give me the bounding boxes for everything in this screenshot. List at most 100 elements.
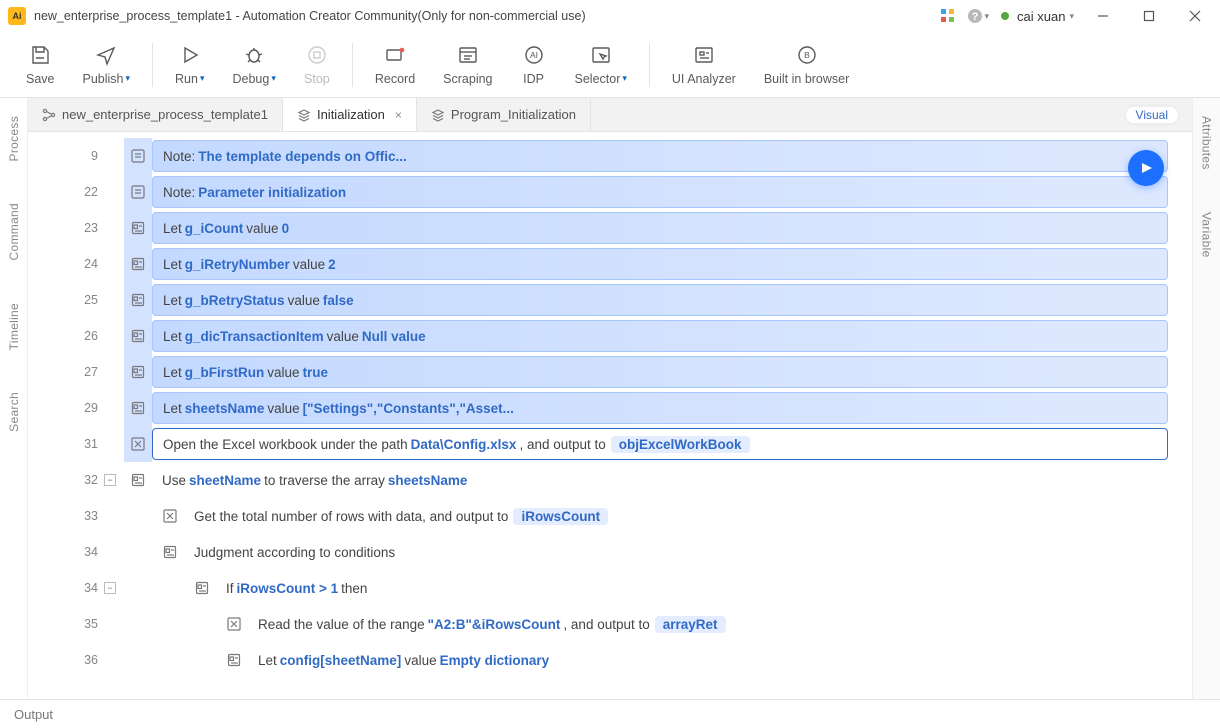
- built-in-browser-button[interactable]: B Built in browser: [750, 40, 863, 90]
- flow-row[interactable]: 36 Let config[sheetName] value Empty dict…: [28, 642, 1168, 678]
- tab-program-initialization[interactable]: Program_Initialization: [417, 98, 591, 131]
- app-icon: Ai: [8, 7, 26, 25]
- user-menu[interactable]: cai xuan ▾: [1001, 9, 1074, 24]
- rail-timeline[interactable]: Timeline: [7, 297, 21, 356]
- flow-content[interactable]: Read the value of the range "A2:B"&iRows…: [248, 610, 1168, 638]
- excel-icon: [220, 606, 248, 642]
- loop-icon: [124, 462, 152, 498]
- flow-content[interactable]: Let g_bRetryStatus value false: [152, 284, 1168, 316]
- idp-button[interactable]: AI IDP: [507, 40, 561, 90]
- branch-icon: [188, 570, 216, 606]
- output-label: Output: [14, 707, 53, 722]
- tab-initialization[interactable]: Initialization ×: [283, 98, 417, 131]
- layers-icon: [431, 108, 445, 122]
- stop-button: Stop: [290, 40, 344, 90]
- debug-button[interactable]: Debug▾: [219, 40, 290, 90]
- line-number: 32−: [28, 473, 110, 487]
- minimize-button[interactable]: [1086, 3, 1120, 29]
- svg-text:?: ?: [971, 11, 978, 23]
- flow-row[interactable]: 34 Judgment according to conditions: [28, 534, 1168, 570]
- line-number: 27: [28, 365, 110, 379]
- tree-icon: [42, 108, 56, 122]
- flow-row[interactable]: 34− If iRowsCount > 1 then: [28, 570, 1168, 606]
- flow-content[interactable]: Let config[sheetName] value Empty dictio…: [248, 646, 1168, 674]
- output-variable-chip[interactable]: objExcelWorkBook: [611, 436, 750, 453]
- flow-row[interactable]: 29 Let sheetsName value ["Settings","Cons…: [28, 390, 1168, 426]
- note-icon: [124, 174, 152, 210]
- flow-content[interactable]: Let g_bFirstRun value true: [152, 356, 1168, 388]
- line-number: 22: [28, 185, 110, 199]
- rail-process[interactable]: Process: [7, 110, 21, 167]
- tab-initialization-label: Initialization: [317, 107, 385, 122]
- rail-search[interactable]: Search: [7, 386, 21, 438]
- line-number: 36: [28, 653, 110, 667]
- visual-toggle[interactable]: Visual: [1124, 104, 1180, 126]
- line-number: 35: [28, 617, 110, 631]
- flow-row[interactable]: 27 Let g_bFirstRun value true: [28, 354, 1168, 390]
- flow-row[interactable]: 9Note: The template depends on Offic...: [28, 138, 1168, 174]
- flow-row[interactable]: 22 Note: Parameter initialization: [28, 174, 1168, 210]
- tab-close-icon[interactable]: ×: [395, 108, 402, 122]
- svg-text:B: B: [804, 50, 810, 60]
- collapse-toggle[interactable]: −: [104, 582, 116, 594]
- flow-content[interactable]: If iRowsCount > 1 then: [216, 574, 1168, 602]
- run-button[interactable]: Run▾: [161, 40, 218, 90]
- close-window-button[interactable]: [1178, 3, 1212, 29]
- let-icon: [124, 318, 152, 354]
- left-siderail: Process Command Timeline Search: [0, 98, 28, 699]
- excel-icon: [156, 498, 184, 534]
- flow-row[interactable]: 25 Let g_bRetryStatus value false: [28, 282, 1168, 318]
- status-dot-icon: [1001, 12, 1009, 20]
- flow-content[interactable]: Let g_iRetryNumber value 2: [152, 248, 1168, 280]
- flow-row[interactable]: 26 Let g_dicTransactionItem value Null va…: [28, 318, 1168, 354]
- line-number: 25: [28, 293, 110, 307]
- flow-content[interactable]: Open the Excel workbook under the path D…: [152, 428, 1168, 460]
- let-icon: [124, 246, 152, 282]
- line-number: 24: [28, 257, 110, 271]
- tab-program-initialization-label: Program_Initialization: [451, 107, 576, 122]
- publish-button[interactable]: Publish▾: [69, 40, 145, 90]
- flow-row[interactable]: 33Get the total number of rows with data…: [28, 498, 1168, 534]
- scraping-button[interactable]: Scraping: [429, 40, 506, 90]
- output-variable-chip[interactable]: arrayRet: [655, 616, 726, 633]
- flow-content[interactable]: Let sheetsName value ["Settings","Consta…: [152, 392, 1168, 424]
- tab-project-label: new_enterprise_process_template1: [62, 107, 268, 122]
- rail-attributes[interactable]: Attributes: [1200, 110, 1214, 176]
- record-button[interactable]: Record: [361, 40, 429, 90]
- flow-row[interactable]: 24 Let g_iRetryNumber value 2: [28, 246, 1168, 282]
- excel-icon: [124, 426, 152, 462]
- apps-grid-icon[interactable]: [941, 9, 955, 23]
- flow-list[interactable]: 9Note: The template depends on Offic...2…: [28, 132, 1192, 699]
- collapse-toggle[interactable]: −: [104, 474, 116, 486]
- flow-content[interactable]: Judgment according to conditions: [184, 538, 1168, 566]
- flow-content[interactable]: Get the total number of rows with data, …: [184, 502, 1168, 530]
- rail-command[interactable]: Command: [7, 197, 21, 266]
- flow-content[interactable]: Note: The template depends on Offic...: [152, 140, 1168, 172]
- let-icon: [124, 282, 152, 318]
- flow-row[interactable]: 35 Read the value of the range "A2:B"&iRo…: [28, 606, 1168, 642]
- maximize-button[interactable]: [1132, 3, 1166, 29]
- tab-project[interactable]: new_enterprise_process_template1: [28, 98, 283, 131]
- ui-analyzer-button[interactable]: UI Analyzer: [658, 40, 750, 90]
- flow-content[interactable]: Use sheetName to traverse the array shee…: [152, 466, 1168, 494]
- play-fab[interactable]: [1128, 150, 1164, 186]
- output-variable-chip[interactable]: iRowsCount: [513, 508, 608, 525]
- flow-row[interactable]: 32− Use sheetName to traverse the array s…: [28, 462, 1168, 498]
- save-button[interactable]: Save: [12, 40, 69, 90]
- editor-tabs: new_enterprise_process_template1 Initial…: [28, 98, 1192, 132]
- flow-row[interactable]: 31Open the Excel workbook under the path…: [28, 426, 1168, 462]
- line-number: 34−: [28, 581, 110, 595]
- svg-text:AI: AI: [530, 50, 538, 60]
- let-icon: [220, 642, 248, 678]
- rail-variable[interactable]: Variable: [1200, 206, 1214, 264]
- line-number: 29: [28, 401, 110, 415]
- flow-content[interactable]: Let g_iCount value 0: [152, 212, 1168, 244]
- flow-row[interactable]: 23Let g_iCount value 0: [28, 210, 1168, 246]
- output-panel-header[interactable]: Output: [0, 700, 1220, 728]
- flow-content[interactable]: Note: Parameter initialization: [152, 176, 1168, 208]
- line-number: 26: [28, 329, 110, 343]
- flow-content[interactable]: Let g_dicTransactionItem value Null valu…: [152, 320, 1168, 352]
- line-number: 34: [28, 545, 110, 559]
- help-button[interactable]: ? ▾: [967, 8, 990, 24]
- selector-button[interactable]: Selector▾: [561, 40, 641, 90]
